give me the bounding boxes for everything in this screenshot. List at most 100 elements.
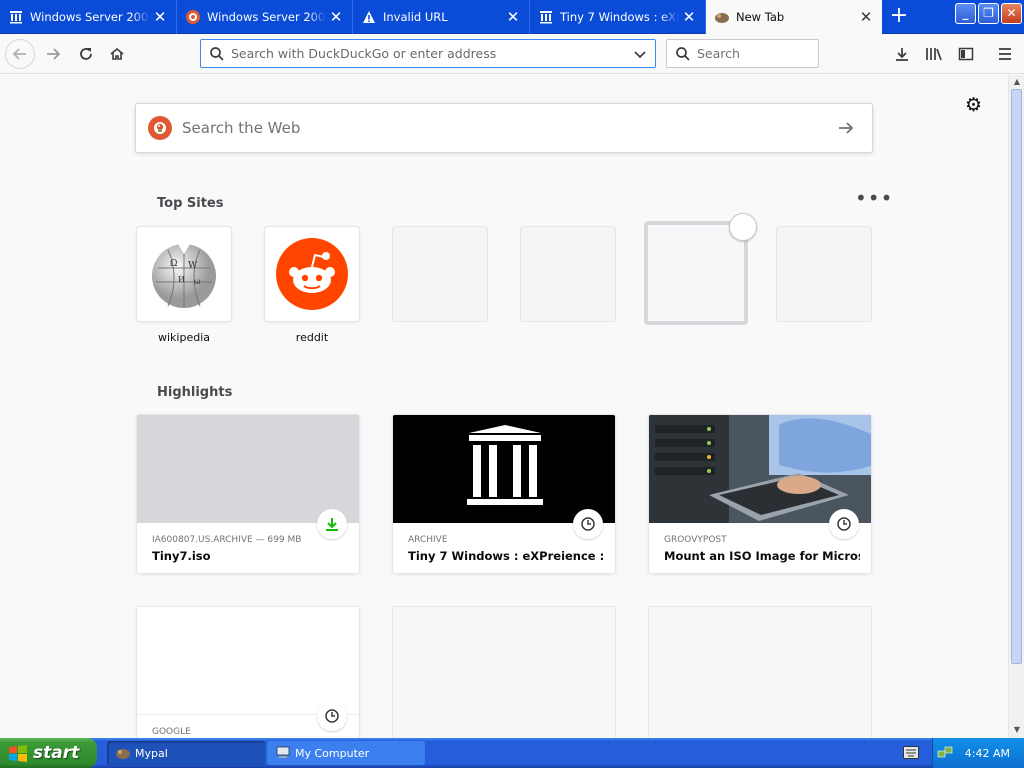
restore-button[interactable]: ❐ <box>978 3 999 24</box>
task-label: My Computer <box>295 746 370 760</box>
download-icon <box>317 509 347 539</box>
close-tab-icon[interactable]: ✕ <box>150 8 170 26</box>
forward-button[interactable] <box>39 40 67 68</box>
top-site-wikipedia[interactable]: Ω W И ω <box>136 226 232 322</box>
network-icon[interactable] <box>937 745 953 761</box>
highlight-source: GOOGLE <box>152 727 191 737</box>
highlight-thumbnail <box>393 415 615 523</box>
highlight-source: IA600807.US.ARCHIVE — 699 MB <box>152 535 302 545</box>
highlight-thumbnail <box>137 607 359 715</box>
firefox-tab-icon <box>714 9 730 25</box>
drag-handle[interactable] <box>729 213 757 241</box>
tab-strip: Windows Server 2008 w ✕ Windows Server 2… <box>0 0 1024 34</box>
computer-icon <box>276 746 290 758</box>
tab-title: Windows Server 2008 w <box>30 10 150 24</box>
clock-icon <box>829 509 859 539</box>
new-tab-button[interactable]: + <box>884 0 914 34</box>
tab-new-tab[interactable]: New Tab ✕ <box>706 0 882 34</box>
more-options-icon[interactable]: ••• <box>855 188 893 208</box>
windows-logo-icon <box>9 745 27 762</box>
scroll-up-icon[interactable]: ▲ <box>1012 77 1022 87</box>
close-tab-icon[interactable]: ✕ <box>679 8 699 26</box>
svg-text:Ω: Ω <box>170 259 177 269</box>
laptop-server-photo <box>649 415 871 523</box>
highlight-card[interactable]: IA600807.US.ARCHIVE — 699 MB Tiny7.iso <box>136 414 360 574</box>
tab-tiny7[interactable]: Tiny 7 Windows : eXPre ✕ <box>530 0 706 34</box>
windows-taskbar: start Mypal My Computer 4:42 AM <box>0 738 1024 768</box>
top-site-empty[interactable] <box>392 226 488 322</box>
internet-archive-logo <box>467 425 543 505</box>
archive-icon <box>8 9 24 25</box>
top-site-label: reddit <box>295 331 329 344</box>
start-button[interactable]: start <box>0 738 97 768</box>
clock[interactable]: 4:42 AM <box>965 747 1010 760</box>
duckduckgo-logo-icon <box>148 116 172 140</box>
library-button[interactable] <box>920 40 948 68</box>
top-sites-heading: Top Sites <box>157 196 224 211</box>
download-icon <box>896 48 908 61</box>
vertical-scrollbar[interactable]: ▲ ▼ <box>1008 75 1024 738</box>
search-bar[interactable]: Search <box>666 39 819 68</box>
home-button[interactable] <box>103 40 131 68</box>
highlight-placeholder <box>648 606 872 738</box>
keyboard-icon[interactable] <box>903 746 919 759</box>
tab-windows-server-2[interactable]: Windows Server 2008 w ✕ <box>177 0 353 34</box>
downloads-button[interactable] <box>888 40 916 68</box>
scrollbar-thumb[interactable] <box>1011 89 1022 664</box>
close-tab-icon[interactable]: ✕ <box>503 8 523 26</box>
highlight-title: Tiny 7 Windows : eXPreience : Fr... <box>408 549 604 563</box>
top-site-empty[interactable] <box>776 226 872 322</box>
highlight-thumbnail <box>649 415 871 523</box>
sidebar-button[interactable] <box>952 40 980 68</box>
taskbar-item-mypal[interactable]: Mypal <box>107 741 265 765</box>
gear-icon[interactable]: ⚙ <box>965 94 982 116</box>
warning-icon <box>361 9 377 25</box>
highlight-title: Tiny7.iso <box>152 549 211 563</box>
highlight-source: GROOVYPOST <box>664 535 727 545</box>
svg-text:И: И <box>178 275 185 284</box>
arrow-right-icon <box>47 48 61 60</box>
top-site-reddit[interactable] <box>264 226 360 322</box>
search-input[interactable]: Search <box>691 46 740 61</box>
top-site-empty[interactable] <box>520 226 616 322</box>
tab-title: Invalid URL <box>383 10 448 24</box>
top-site-label: wikipedia <box>157 331 210 344</box>
mypal-icon <box>116 749 130 759</box>
clock-icon <box>317 701 347 731</box>
address-bar[interactable]: Search with DuckDuckGo or enter address <box>200 39 656 68</box>
highlight-thumbnail <box>137 415 359 523</box>
web-search-box[interactable]: Search the Web <box>135 103 873 153</box>
duckduckgo-icon <box>185 9 201 25</box>
search-icon <box>210 46 224 61</box>
navigation-toolbar: Search with DuckDuckGo or enter address … <box>0 34 1024 74</box>
menu-button[interactable] <box>991 40 1019 68</box>
web-search-input[interactable]: Search the Web <box>172 119 836 137</box>
close-window-button[interactable]: ✕ <box>1001 3 1022 24</box>
highlight-title: Mount an ISO Image for Microso... <box>664 549 860 563</box>
reddit-icon <box>276 238 348 310</box>
address-input[interactable]: Search with DuckDuckGo or enter address <box>225 46 633 61</box>
task-label: Mypal <box>135 746 168 760</box>
highlight-card[interactable]: GROOVYPOST Mount an ISO Image for Micros… <box>648 414 872 574</box>
clock-icon <box>573 509 603 539</box>
highlight-placeholder <box>392 606 616 738</box>
arrow-left-icon <box>12 48 26 60</box>
highlight-card[interactable]: GOOGLE <box>136 606 360 738</box>
back-button[interactable] <box>5 39 35 69</box>
svg-text:ω: ω <box>194 277 201 286</box>
reload-icon <box>80 48 92 60</box>
taskbar-item-my-computer[interactable]: My Computer <box>267 741 425 765</box>
tab-windows-server-1[interactable]: Windows Server 2008 w ✕ <box>0 0 177 34</box>
close-tab-icon[interactable]: ✕ <box>326 8 346 26</box>
scroll-down-icon[interactable]: ▼ <box>1012 725 1022 735</box>
start-label: start <box>33 743 80 763</box>
close-tab-icon[interactable]: ✕ <box>856 8 876 26</box>
highlight-card[interactable]: ARCHIVE Tiny 7 Windows : eXPreience : Fr… <box>392 414 616 574</box>
tab-title: Windows Server 2008 w <box>207 10 326 24</box>
tab-invalid-url[interactable]: Invalid URL ✕ <box>353 0 530 34</box>
arrow-right-icon[interactable] <box>836 118 856 138</box>
highlight-source: ARCHIVE <box>408 535 448 545</box>
minimize-button[interactable]: _ <box>955 3 976 24</box>
reload-button[interactable] <box>72 40 100 68</box>
highlights-heading: Highlights <box>157 385 233 400</box>
